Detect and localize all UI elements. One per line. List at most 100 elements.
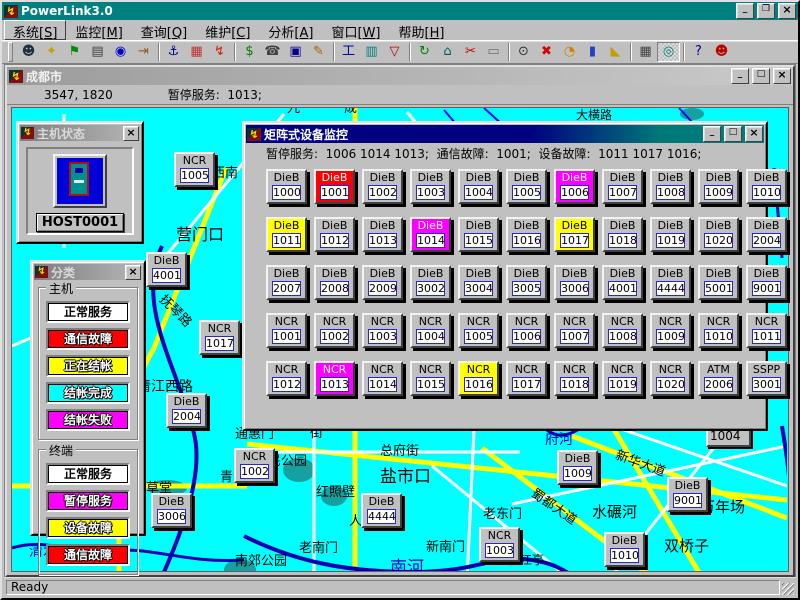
grid-device-NCR-1005[interactable]: NCR1005 <box>458 313 499 348</box>
minimize-button[interactable]: _ <box>736 3 754 19</box>
printer-icon[interactable]: ▤ <box>86 42 109 62</box>
grid-device-DieB-2007[interactable]: DieB2007 <box>266 265 307 300</box>
grid-device-DieB-1017[interactable]: DieB1017 <box>554 217 595 252</box>
grid-device-DieB-1012[interactable]: DieB1012 <box>314 217 355 252</box>
operator-icon[interactable]: ☻ <box>17 42 40 62</box>
city-close-button[interactable]: × <box>773 68 791 84</box>
grid-device-DieB-4001[interactable]: DieB4001 <box>602 265 643 300</box>
host-dialog-title-bar[interactable]: ↯ 主机状态 × <box>20 125 140 141</box>
map-device-DieB-1009[interactable]: DieB1009 <box>557 450 598 485</box>
grid-device-NCR-1004[interactable]: NCR1004 <box>410 313 451 348</box>
grid-device-NCR-1003[interactable]: NCR1003 <box>362 313 403 348</box>
grid-device-DieB-3004[interactable]: DieB3004 <box>458 265 499 300</box>
grid-device-DieB-5001[interactable]: DieB5001 <box>698 265 739 300</box>
grid-device-DieB-3002[interactable]: DieB3002 <box>410 265 451 300</box>
building-icon[interactable]: ▦ <box>634 42 657 62</box>
grid-device-SSPP-3001[interactable]: SSPP3001 <box>746 361 787 396</box>
grid-device-DieB-1011[interactable]: DieB1011 <box>266 217 307 252</box>
grid-device-NCR-1007[interactable]: NCR1007 <box>554 313 595 348</box>
restore-button[interactable]: ❐ <box>757 3 775 19</box>
grid-device-DieB-1002[interactable]: DieB1002 <box>362 169 403 204</box>
grid-device-DieB-4444[interactable]: DieB4444 <box>650 265 691 300</box>
phone-icon[interactable]: ☎ <box>261 42 284 62</box>
matrix-maximize-button[interactable]: □ <box>724 126 742 142</box>
map-device-NCR-1002[interactable]: NCR1002 <box>234 448 275 483</box>
grid-device-DieB-1014[interactable]: DieB1014 <box>410 217 451 252</box>
grid-device-NCR-1012[interactable]: NCR1012 <box>266 361 307 396</box>
grid-device-DieB-3005[interactable]: DieB3005 <box>506 265 547 300</box>
grid-device-DieB-9001[interactable]: DieB9001 <box>746 265 787 300</box>
grid-device-DieB-1003[interactable]: DieB1003 <box>410 169 451 204</box>
grid-device-DieB-1016[interactable]: DieB1016 <box>506 217 547 252</box>
grid-device-DieB-1010[interactable]: DieB1010 <box>746 169 787 204</box>
grid-device-DieB-1001[interactable]: DieB1001 <box>314 169 355 204</box>
grid-device-DieB-1008[interactable]: DieB1008 <box>650 169 691 204</box>
menu-item-C[interactable]: 维护[C] <box>196 20 259 40</box>
exit-icon[interactable]: ⇥ <box>132 42 155 62</box>
legend-dialog-close-button[interactable]: × <box>125 265 141 280</box>
grid-device-DieB-1015[interactable]: DieB1015 <box>458 217 499 252</box>
grid-device-DieB-1006[interactable]: DieB1006 <box>554 169 595 204</box>
delete-icon[interactable]: ✖ <box>535 42 558 62</box>
money-icon[interactable]: $ <box>238 42 261 62</box>
grid-device-DieB-1019[interactable]: DieB1019 <box>650 217 691 252</box>
grid-device-NCR-1017[interactable]: NCR1017 <box>506 361 547 396</box>
about-icon[interactable]: ☻ <box>710 42 733 62</box>
host-button[interactable] <box>53 154 107 208</box>
menu-item-M[interactable]: 监控[M] <box>66 20 131 40</box>
grid-device-NCR-1011[interactable]: NCR1011 <box>746 313 787 348</box>
grid-device-NCR-1006[interactable]: NCR1006 <box>506 313 547 348</box>
toolbar-grip[interactable] <box>8 42 13 62</box>
grid-device-NCR-1016[interactable]: NCR1016 <box>458 361 499 396</box>
menu-item-H[interactable]: 帮助[H] <box>390 20 454 40</box>
scissors-icon[interactable]: ✂ <box>459 42 482 62</box>
grid-device-DieB-1005[interactable]: DieB1005 <box>506 169 547 204</box>
grid-device-NCR-1018[interactable]: NCR1018 <box>554 361 595 396</box>
grid-device-ATM-2006[interactable]: ATM2006 <box>698 361 739 396</box>
resize-grip[interactable] <box>782 583 794 595</box>
host-dialog-close-button[interactable]: × <box>123 126 139 141</box>
ruler-icon[interactable]: ◣ <box>604 42 627 62</box>
matrix-minimize-button[interactable]: _ <box>703 126 721 142</box>
menu-item-Q[interactable]: 查询[Q] <box>132 20 196 40</box>
map-device-NCR-1003[interactable]: NCR1003 <box>479 527 520 562</box>
lightning-icon[interactable]: ↯ <box>208 42 231 62</box>
city-minimize-button[interactable]: _ <box>731 68 749 84</box>
map-device-NCR-1017[interactable]: NCR1017 <box>199 320 240 355</box>
grid-device-DieB-2009[interactable]: DieB2009 <box>362 265 403 300</box>
map-device-DieB-2004[interactable]: DieB2004 <box>166 393 207 428</box>
grid-device-DieB-1000[interactable]: DieB1000 <box>266 169 307 204</box>
bank-icon[interactable]: ⌂ <box>436 42 459 62</box>
grid-device-NCR-1013[interactable]: NCR1013 <box>314 361 355 396</box>
map-device-DieB-4001[interactable]: DieB4001 <box>146 252 187 287</box>
grid-device-NCR-1014[interactable]: NCR1014 <box>362 361 403 396</box>
grid-device-NCR-1001[interactable]: NCR1001 <box>266 313 307 348</box>
hp-icon[interactable]: ◉ <box>109 42 132 62</box>
menu-item-W[interactable]: 窗口[W] <box>322 20 389 40</box>
barchart-icon[interactable]: ▮ <box>581 42 604 62</box>
grid-device-NCR-1020[interactable]: NCR1020 <box>650 361 691 396</box>
tool-icon[interactable]: 工 <box>337 42 360 62</box>
grid-device-NCR-1010[interactable]: NCR1010 <box>698 313 739 348</box>
refresh-icon[interactable]: ↻ <box>413 42 436 62</box>
grid-device-DieB-1009[interactable]: DieB1009 <box>698 169 739 204</box>
map-device-DieB-3006[interactable]: DieB3006 <box>151 493 192 528</box>
cascade-icon[interactable]: ▣ <box>284 42 307 62</box>
title-bar[interactable]: ↯ PowerLink3.0 _ ❐ × <box>2 2 798 20</box>
grid-device-DieB-2004[interactable]: DieB2004 <box>746 217 787 252</box>
menu-item-A[interactable]: 分析[A] <box>259 20 322 40</box>
grid-device-DieB-1007[interactable]: DieB1007 <box>602 169 643 204</box>
clock-icon[interactable]: ⊙ <box>512 42 535 62</box>
map-device-DieB-9001[interactable]: DieB9001 <box>667 477 708 512</box>
grid-device-NCR-1019[interactable]: NCR1019 <box>602 361 643 396</box>
grid-device-DieB-2008[interactable]: DieB2008 <box>314 265 355 300</box>
eraser-icon[interactable]: ▭ <box>482 42 505 62</box>
key-icon[interactable]: ✦ <box>40 42 63 62</box>
map-device-DieB-1010[interactable]: DieB1010 <box>604 532 645 567</box>
legend-dialog-title-bar[interactable]: ↯ 分类 × <box>34 264 142 280</box>
ship-icon[interactable]: ⚓ <box>162 42 185 62</box>
grid-device-DieB-1018[interactable]: DieB1018 <box>602 217 643 252</box>
flag-icon[interactable]: ⚑ <box>63 42 86 62</box>
grid-device-DieB-1013[interactable]: DieB1013 <box>362 217 403 252</box>
menu-item-S[interactable]: 系统[S] <box>4 20 66 40</box>
